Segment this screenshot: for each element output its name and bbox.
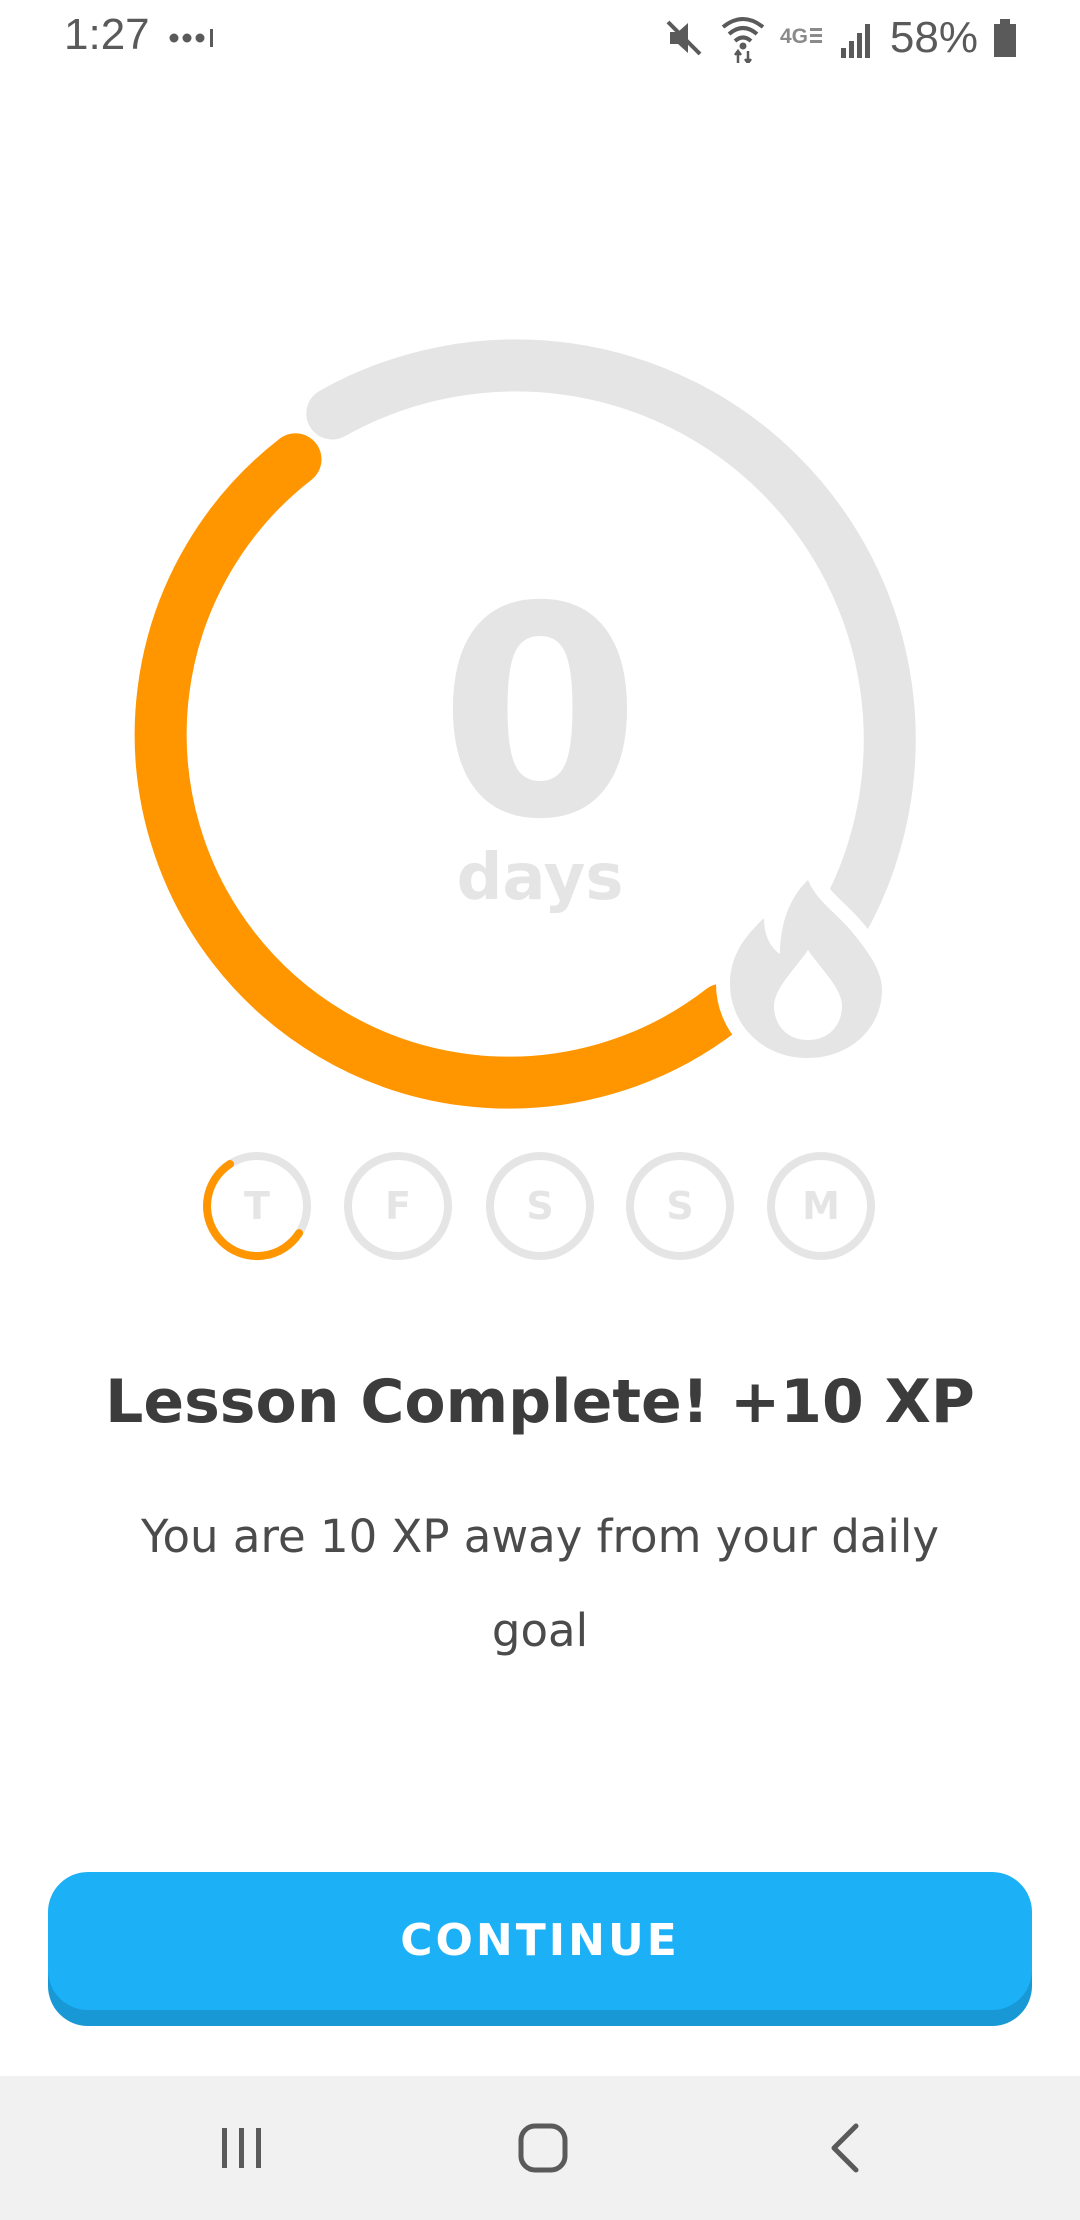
back-button[interactable] [786, 2098, 906, 2198]
week-day-label: F [385, 1184, 411, 1228]
streak-count: 0 [439, 546, 641, 883]
lesson-complete-title: Lesson Complete! +10 XP [105, 1367, 975, 1437]
system-nav-bar [0, 2076, 1080, 2220]
week-day-friday: F [342, 1150, 454, 1262]
streak-unit: days [456, 841, 624, 915]
week-day-label: S [666, 1184, 694, 1228]
daily-goal-message: You are 10 XP away from your daily goal [141, 1510, 939, 1657]
recent-apps-icon [222, 2128, 261, 2168]
week-day-label: S [526, 1184, 554, 1228]
week-day-tuesday: T [201, 1150, 313, 1262]
week-day-label: M [802, 1184, 840, 1228]
week-day-label: T [244, 1184, 270, 1228]
week-day-sunday: S [624, 1150, 736, 1262]
back-icon [831, 2123, 859, 2173]
week-day-saturday: S [484, 1150, 596, 1262]
continue-button[interactable]: CONTINUE [48, 1872, 1032, 2010]
week-day-monday: M [765, 1150, 877, 1262]
recent-apps-button[interactable] [182, 2098, 302, 2198]
home-button[interactable] [483, 2098, 603, 2198]
home-icon [518, 2123, 568, 2173]
